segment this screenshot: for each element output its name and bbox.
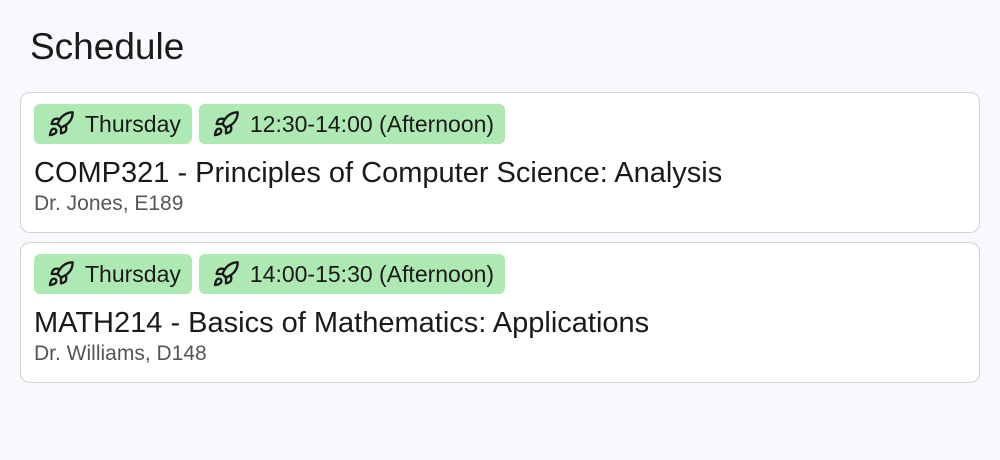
day-label: Thursday [85,110,181,137]
time-label: 14:00-15:30 (Afternoon) [249,260,495,287]
instructor-room: Dr. Williams, D148 [34,342,207,365]
class-tags: Thursday 12:30-14:00 (Afternoon) [34,104,966,144]
rocket-icon [212,110,240,138]
course-title: COMP321 - Principles of Computer Science… [34,157,723,189]
course-title: MATH214 - Basics of Mathematics: Applica… [34,307,650,339]
day-tag: Thursday [34,254,192,294]
class-tags: Thursday 14:00-15:30 (Afternoon) [34,254,966,294]
class-card[interactable]: Thursday 12:30-14:00 (Afternoon) COMP321… [20,92,980,233]
time-tag: 12:30-14:00 (Afternoon) [198,104,506,144]
time-tag: 14:00-15:30 (Afternoon) [198,254,506,294]
rocket-icon [212,260,240,288]
rocket-icon [47,260,75,288]
class-card[interactable]: Thursday 14:00-15:30 (Afternoon) MATH214… [20,242,980,383]
instructor-room: Dr. Jones, E189 [34,192,184,215]
page-title: Schedule [30,26,185,67]
day-tag: Thursday [34,104,192,144]
rocket-icon [47,110,75,138]
schedule-list: Thursday 12:30-14:00 (Afternoon) COMP321… [20,92,980,392]
time-label: 12:30-14:00 (Afternoon) [249,110,495,137]
day-label: Thursday [85,260,181,287]
